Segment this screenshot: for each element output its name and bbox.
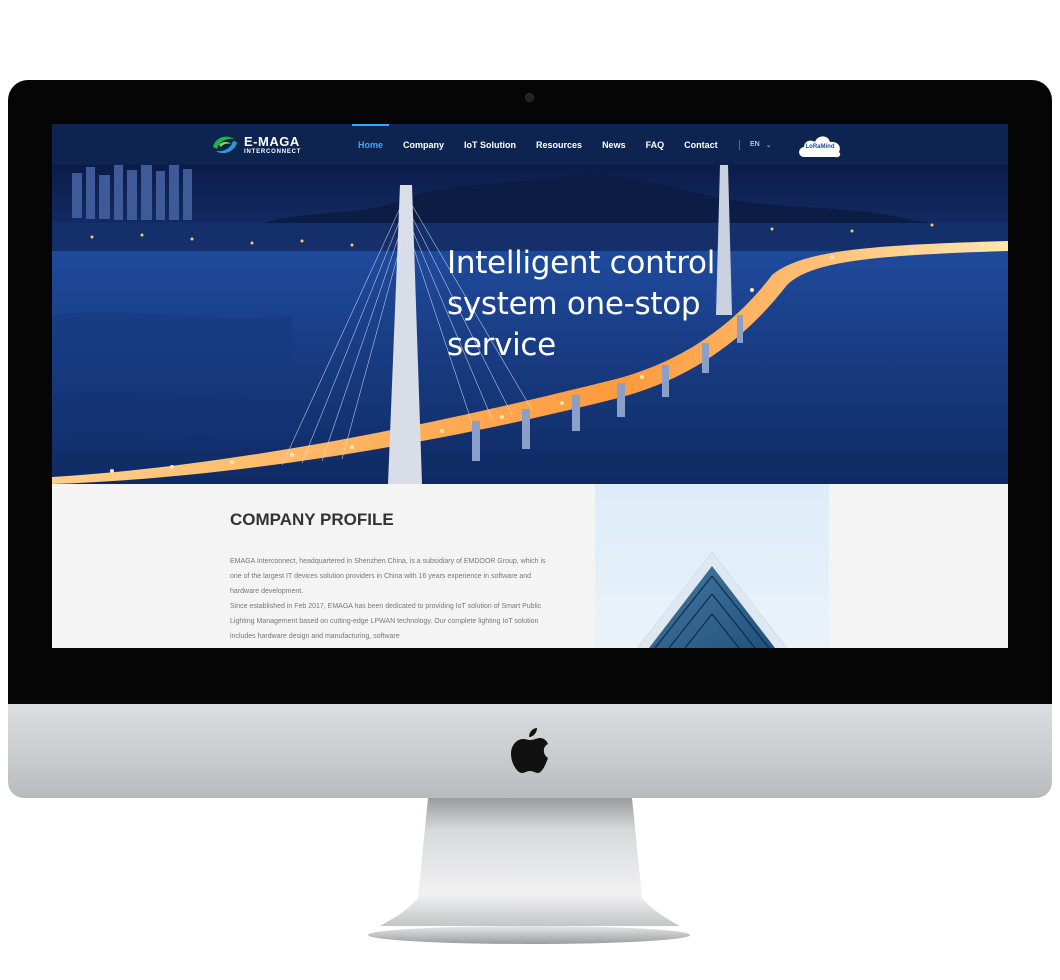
nav-item-home[interactable]: Home [351, 124, 390, 165]
profile-paragraph: Since established in Feb 2017, EMAGA has… [230, 603, 542, 640]
nav-divider [739, 139, 740, 150]
apple-logo-icon [511, 728, 548, 773]
company-profile-heading: COMPANY PROFILE [230, 510, 394, 529]
nav-item-faq[interactable]: FAQ [646, 124, 665, 165]
hero-banner: Intelligent control system one-stop serv… [52, 165, 1008, 484]
website-screen: E-MAGA INTERCONNECT Home Company IoT Sol… [52, 124, 1008, 648]
site-logo[interactable]: E-MAGA INTERCONNECT [210, 133, 301, 157]
nav-item-resources[interactable]: Resources [536, 124, 582, 165]
hero-title: Intelligent control system one-stop serv… [447, 245, 716, 363]
company-profile-text: EMAGA Interconnect, headquartered in She… [230, 554, 550, 644]
nav-item-company[interactable]: Company [403, 124, 444, 165]
logo-title: E-MAGA [244, 134, 300, 149]
main-menu: Home Company IoT Solution Resources News… [348, 124, 728, 165]
logo-subtitle: INTERCONNECT [244, 149, 302, 155]
nav-item-iot-solution[interactable]: IoT Solution [464, 124, 516, 165]
cloud-button-label: LoRaMind [805, 144, 835, 150]
building-image [595, 484, 829, 648]
monitor-stand-base [368, 926, 690, 944]
emaga-logo-icon [213, 136, 237, 154]
loramind-cloud-button[interactable]: LoRaMind [796, 129, 844, 159]
nav-item-news[interactable]: News [602, 124, 626, 165]
nav-item-contact[interactable]: Contact [684, 124, 718, 165]
chevron-down-icon: ⌄ [765, 141, 772, 149]
language-label: EN [750, 141, 760, 148]
monitor-stand [380, 798, 680, 926]
top-navigation: E-MAGA INTERCONNECT Home Company IoT Sol… [52, 124, 1008, 165]
webcam-icon [525, 93, 534, 102]
language-selector[interactable]: EN ⌄ [739, 124, 772, 165]
company-profile-section: COMPANY PROFILE EMAGA Interconnect, head… [52, 484, 1008, 648]
profile-paragraph: EMAGA Interconnect, headquartered in She… [230, 558, 546, 595]
